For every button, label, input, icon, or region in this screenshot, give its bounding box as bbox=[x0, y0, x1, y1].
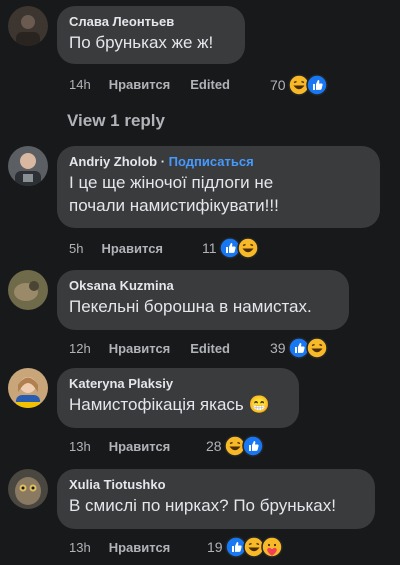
reaction-summary[interactable]: 11 bbox=[202, 237, 259, 259]
comment-author[interactable]: Oksana Kuzmina bbox=[69, 278, 337, 293]
comment-actions: 13h Нравится bbox=[69, 540, 190, 555]
comment-author[interactable]: Andriy Zholob · Подписаться bbox=[69, 154, 368, 169]
reaction-count: 70 bbox=[270, 77, 286, 93]
reaction-summary[interactable]: 28 bbox=[206, 435, 264, 457]
comment-actions: 12h Нравится Edited bbox=[69, 341, 230, 356]
comment-text: Пекельні борошна в намистах. bbox=[69, 297, 312, 316]
comment-timestamp[interactable]: 13h bbox=[69, 439, 91, 454]
reaction-count: 19 bbox=[207, 539, 223, 555]
comment-bubble: Oksana Kuzmina Пекельні борошна в намист… bbox=[57, 270, 349, 330]
comment-author[interactable]: Kateryna Plaksiy bbox=[69, 376, 287, 391]
comment-text: І це ще жіночої підлоги не почали намисти… bbox=[69, 173, 279, 215]
haha-icon bbox=[305, 337, 328, 359]
edited-label[interactable]: Edited bbox=[190, 77, 230, 92]
care-icon bbox=[260, 536, 283, 558]
view-replies-link[interactable]: View 1 reply bbox=[67, 111, 165, 131]
reaction-count: 11 bbox=[202, 240, 217, 256]
avatar[interactable] bbox=[8, 469, 48, 509]
avatar[interactable] bbox=[8, 270, 48, 310]
comment-actions: 13h Нравится bbox=[69, 439, 190, 454]
comment-timestamp[interactable]: 13h bbox=[69, 540, 91, 555]
reaction-summary[interactable]: 70 bbox=[270, 74, 328, 96]
reaction-summary[interactable]: 19 bbox=[207, 536, 283, 558]
comment-author[interactable]: Слава Леонтьев bbox=[69, 14, 233, 29]
comment-bubble: Andriy Zholob · Подписаться І це ще жіно… bbox=[57, 146, 380, 228]
comment-text: В смислі по нирках? По бруньках! bbox=[69, 496, 336, 515]
follow-button[interactable]: Подписаться bbox=[169, 154, 254, 169]
comment-timestamp[interactable]: 5h bbox=[69, 241, 83, 256]
comment-actions: 14h Нравится Edited bbox=[69, 77, 230, 92]
reaction-count: 39 bbox=[270, 340, 286, 356]
haha-icon bbox=[236, 237, 259, 259]
comment-timestamp[interactable]: 12h bbox=[69, 341, 91, 356]
comment-timestamp[interactable]: 14h bbox=[69, 77, 91, 92]
reaction-count: 28 bbox=[206, 438, 222, 454]
like-button[interactable]: Нравится bbox=[109, 341, 171, 356]
like-button[interactable]: Нравится bbox=[109, 439, 171, 454]
like-icon bbox=[241, 435, 264, 457]
avatar[interactable] bbox=[8, 146, 48, 186]
comment-bubble: Слава Леонтьев По бруньках же ж! bbox=[57, 6, 245, 64]
avatar[interactable] bbox=[8, 6, 48, 46]
reaction-summary[interactable]: 39 bbox=[270, 337, 328, 359]
like-button[interactable]: Нравится bbox=[109, 540, 171, 555]
edited-label[interactable]: Edited bbox=[190, 341, 230, 356]
comment-bubble: Kateryna Plaksiy Намистофікація якась 😁 bbox=[57, 368, 299, 428]
comment-text: По бруньках же ж! bbox=[69, 33, 214, 52]
comment-bubble: Xulia Tiotushko В смислі по нирках? По б… bbox=[57, 469, 375, 529]
comment-author[interactable]: Xulia Tiotushko bbox=[69, 477, 363, 492]
comment-text: Намистофікація якась 😁 bbox=[69, 395, 270, 414]
like-button[interactable]: Нравится bbox=[101, 241, 163, 256]
like-icon bbox=[305, 74, 328, 96]
comment-actions: 5h Нравится bbox=[69, 241, 183, 256]
avatar[interactable] bbox=[8, 368, 48, 408]
like-button[interactable]: Нравится bbox=[109, 77, 171, 92]
